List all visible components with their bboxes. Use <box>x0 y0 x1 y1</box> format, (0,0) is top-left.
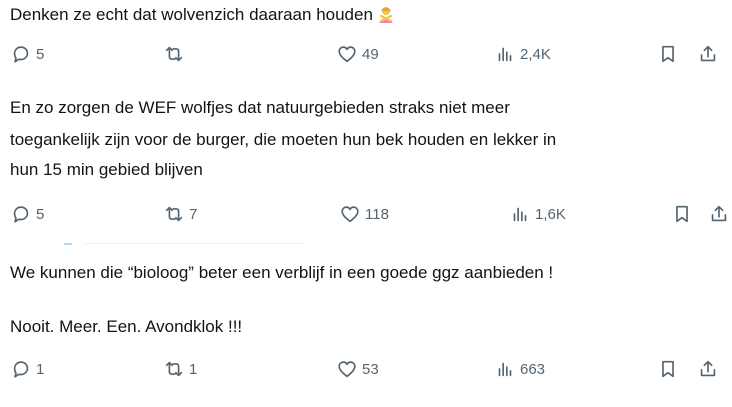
share-button[interactable] <box>697 42 719 66</box>
share-icon <box>700 45 716 62</box>
reply-button[interactable]: 5 <box>10 202 44 226</box>
reply-icon <box>13 46 29 63</box>
reply-count: 1 <box>36 360 45 378</box>
repost-icon <box>165 206 183 222</box>
like-button[interactable]: 53 <box>336 357 379 381</box>
view-count: 1,6K <box>535 205 566 223</box>
action-bar: 1 1 53 663 <box>0 357 732 381</box>
repost-icon <box>165 361 183 377</box>
bookmark-button[interactable] <box>657 357 679 381</box>
repost-icon <box>165 46 183 62</box>
share-icon <box>711 205 727 222</box>
reply-icon <box>13 206 29 223</box>
heart-icon <box>341 206 359 223</box>
divider <box>84 243 304 244</box>
like-button[interactable]: 49 <box>336 42 379 66</box>
share-button[interactable] <box>708 202 730 226</box>
post-text-line: En zo zorgen de WEF wolfjes dat natuurge… <box>10 98 510 117</box>
views-button[interactable]: 1,6K <box>509 202 566 226</box>
like-count: 49 <box>362 45 379 63</box>
reply-count: 5 <box>36 205 45 223</box>
post-text-line: Nooit. Meer. Een. Avondklok !!! <box>10 317 243 336</box>
repost-count: 7 <box>189 205 198 223</box>
repost-button[interactable]: 7 <box>163 202 197 226</box>
post-text-line: Denken ze echt dat wolvenzich daaraan ho… <box>10 5 373 24</box>
post-text-line: toegankelijk zijn voor de burger, die mo… <box>10 130 557 149</box>
bookmark-icon <box>662 360 674 378</box>
like-count: 118 <box>365 205 389 223</box>
reply-icon <box>13 361 29 378</box>
bookmark-icon <box>676 205 688 223</box>
separator-fragment <box>64 243 72 245</box>
heart-icon <box>338 46 356 63</box>
views-button[interactable]: 663 <box>494 357 545 381</box>
share-icon <box>700 360 716 377</box>
reply-count: 5 <box>36 45 45 63</box>
person-gesturing-no-emoji <box>378 7 393 23</box>
share-button[interactable] <box>697 357 719 381</box>
like-count: 53 <box>362 360 379 378</box>
views-chart-icon <box>498 47 512 62</box>
view-count: 663 <box>520 360 546 378</box>
reply-button[interactable]: 1 <box>10 357 44 381</box>
repost-button[interactable] <box>163 42 189 66</box>
views-chart-icon <box>498 362 512 377</box>
post-text-line: hun 15 min gebied blijven <box>10 160 203 179</box>
repost-button[interactable]: 1 <box>163 357 197 381</box>
view-count: 2,4K <box>520 45 551 63</box>
like-button[interactable]: 118 <box>339 202 389 226</box>
post-text: Denken ze echt dat wolvenzich daaraan ho… <box>10 2 395 27</box>
post-text-line: We kunnen die “bioloog” beter een verbli… <box>10 263 554 282</box>
bookmark-button[interactable] <box>671 202 693 226</box>
action-bar: 5 49 2,4K <box>0 42 732 66</box>
action-bar: 5 7 118 1,6K <box>0 202 732 226</box>
reply-button[interactable]: 5 <box>10 42 44 66</box>
views-button[interactable]: 2,4K <box>494 42 551 66</box>
views-chart-icon <box>513 207 527 222</box>
bookmark-button[interactable] <box>657 42 679 66</box>
repost-count: 1 <box>189 360 198 378</box>
bookmark-icon <box>662 45 674 63</box>
heart-icon <box>338 361 356 378</box>
